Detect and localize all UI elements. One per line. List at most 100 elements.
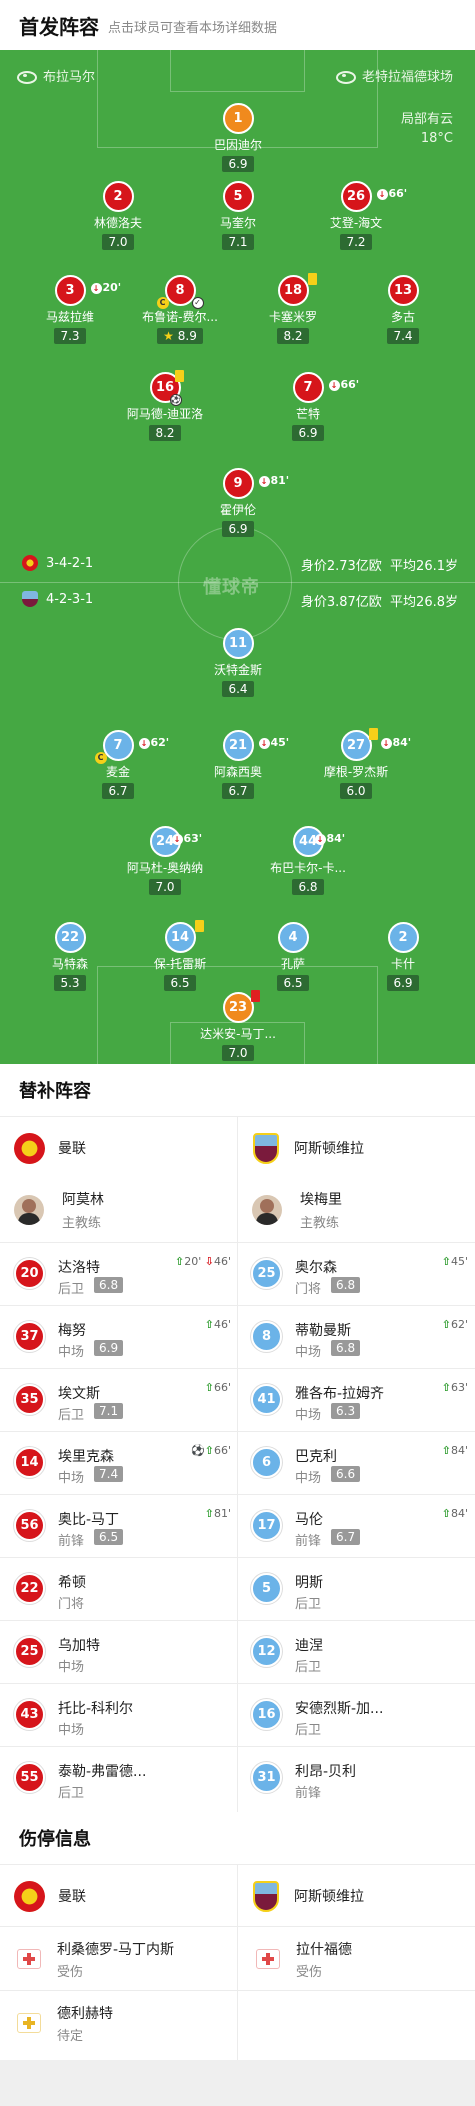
player-number: 5 <box>251 1573 282 1604</box>
player-number: 7 ↓ 66' <box>292 372 359 403</box>
player-away-4[interactable]: 4 孔萨 6.5 <box>238 922 348 991</box>
player-position: 中场 <box>295 1471 322 1486</box>
injury-home-team[interactable]: 曼联 <box>14 1865 86 1927</box>
sub-away[interactable]: 6 巴克利 中场 6.6 ⇧84' <box>251 1432 475 1495</box>
sub-home[interactable]: 43 托比-科利尔 中场 <box>14 1684 239 1747</box>
coach-role: 主教练 <box>300 1216 340 1231</box>
coach-avatar <box>14 1195 44 1225</box>
sub-out-marker: ↓ 81' <box>258 467 289 494</box>
team-name: 曼联 <box>58 1889 86 1905</box>
player-away-27[interactable]: 27 ↓ 84' 摩根-罗杰斯 6.0 <box>301 728 411 799</box>
player-away-11[interactable]: 11 沃特金斯 6.4 <box>183 628 293 697</box>
player-name: 摩根-罗杰斯 <box>323 765 389 779</box>
sub-row: 14 埃里克森 中场 7.4 ⚽⇧66' 6 巴克利 中场 6.6 ⇧84' <box>0 1431 475 1494</box>
player-home-3[interactable]: 3 ↓ 20' 马兹拉维 7.3 <box>15 275 125 344</box>
player-position: 中场 <box>295 1408 322 1423</box>
player-name: 达洛特 <box>58 1260 100 1276</box>
player-rating: 6.6 <box>331 1466 361 1482</box>
player-away-7[interactable]: 7 ↓ 62' C 麦金 6.7 <box>63 730 173 799</box>
player-name: 蒂勒曼斯 <box>295 1323 351 1339</box>
sub-out-icon: ↓ <box>314 834 326 845</box>
player-name: 奥尔森 <box>295 1260 337 1276</box>
sub-home[interactable]: 14 埃里克森 中场 7.4 ⚽⇧66' <box>14 1432 239 1495</box>
player-home-1[interactable]: 1 巴因迪尔 6.9 <box>183 103 293 172</box>
sub-home[interactable]: 25 乌加特 中场 <box>14 1621 239 1684</box>
man-utd-logo-icon <box>14 1132 45 1164</box>
player-name: 芒特 <box>295 407 320 421</box>
player-home-18[interactable]: 18 卡塞米罗 8.2 <box>238 273 348 344</box>
lineup-hint: 点击球员可查看本场详细数据 <box>108 21 278 36</box>
player-name: 马特森 <box>51 957 88 971</box>
player-name: 麦金 <box>105 765 130 779</box>
sub-home[interactable]: 35 埃文斯 后卫 7.1 ⇧66' <box>14 1369 239 1432</box>
injury-status: 受伤 <box>57 1964 84 1980</box>
injury-away-team[interactable]: 阿斯顿维拉 <box>253 1865 364 1927</box>
player-rating: 6.5 <box>164 975 196 991</box>
player-number: 9 ↓ 81' <box>222 468 289 499</box>
sub-away[interactable]: 41 雅各布-拉姆齐 中场 6.3 ⇧63' <box>251 1369 475 1432</box>
away-stadium: 老特拉福德球场 <box>335 66 453 85</box>
sub-away[interactable]: 17 马伦 前锋 6.7 ⇧84' <box>251 1495 475 1558</box>
sub-home[interactable]: 22 希顿 门将 <box>14 1558 239 1621</box>
sub-in-icon: ⇧ <box>441 1444 451 1457</box>
sub-home[interactable]: 56 奥比-马丁 前锋 6.5 ⇧81' <box>14 1495 239 1558</box>
away-coach[interactable]: 埃梅里 主教练 <box>252 1178 342 1242</box>
player-name: 达米安-马丁... <box>200 1027 276 1041</box>
player-away-14[interactable]: 14 保-托雷斯 6.5 <box>125 920 235 991</box>
home-coach[interactable]: 阿莫林 主教练 <box>14 1178 104 1242</box>
sub-out-icon: ↓ <box>138 738 150 749</box>
sub-away[interactable]: 31 利昂-贝利 前锋 <box>251 1747 475 1810</box>
player-home-26[interactable]: 26 ↓ 66' 艾登-海文 7.2 <box>301 181 411 250</box>
injury-home[interactable]: 利桑德罗-马丁内斯 受伤 <box>17 1927 174 1991</box>
subs-home-team[interactable]: 曼联 <box>14 1117 86 1179</box>
player-rating: 6.8 <box>331 1340 361 1356</box>
sub-out-icon: ↓ <box>376 189 388 200</box>
player-home-13[interactable]: 13 多古 7.4 <box>348 275 458 344</box>
player-name: 奥比-马丁 <box>58 1512 120 1528</box>
injury-away[interactable]: 拉什福德 受伤 <box>256 1927 352 1991</box>
injury-home[interactable]: 德利赫特 待定 <box>17 1991 113 2055</box>
player-away-21[interactable]: 21 ↓ 45' 阿森西奥 6.7 <box>183 730 293 799</box>
sub-away[interactable]: 25 奥尔森 门将 6.8 ⇧45' <box>251 1243 475 1306</box>
player-rating: 5.3 <box>54 975 86 991</box>
sub-away[interactable]: 5 明斯 后卫 <box>251 1558 475 1621</box>
yellow-card-icon <box>368 728 378 740</box>
player-away-2[interactable]: 2 卡什 6.9 <box>348 922 458 991</box>
player-home-7[interactable]: 7 ↓ 66' 芒特 6.9 <box>253 372 363 441</box>
sub-row: 37 梅努 中场 6.9 ⇧46' 8 蒂勒曼斯 中场 6.8 ⇧62' <box>0 1305 475 1368</box>
sub-home[interactable]: 20 达洛特 后卫 6.8 ⇧20' ⇩46' <box>14 1243 239 1306</box>
subs-away-team[interactable]: 阿斯顿维拉 <box>253 1117 364 1179</box>
player-number: 22 <box>14 1573 45 1604</box>
player-name: 埃里克森 <box>58 1449 114 1465</box>
sub-home[interactable]: 37 梅努 中场 6.9 ⇧46' <box>14 1306 239 1369</box>
injury-row: 德利赫特 待定 <box>0 1990 475 2060</box>
player-rating: 7.0 <box>149 879 181 895</box>
player-number: 7 ↓ 62' C <box>94 730 169 764</box>
player-rating: 6.9 <box>292 425 324 441</box>
player-number: 14 <box>164 920 204 953</box>
sub-away[interactable]: 8 蒂勒曼斯 中场 6.8 ⇧62' <box>251 1306 475 1369</box>
sub-away[interactable]: 16 安德烈斯-加... 后卫 <box>251 1684 475 1747</box>
player-home-2[interactable]: 2 林德洛夫 7.0 <box>63 181 173 250</box>
player-away-22[interactable]: 22 马特森 5.3 <box>15 922 125 991</box>
sub-events: ⇧84' <box>441 1507 468 1520</box>
player-position: 门将 <box>295 1282 322 1297</box>
player-number: 22 <box>54 922 86 953</box>
sub-home[interactable]: 55 泰勒-弗雷德... 后卫 <box>14 1747 239 1810</box>
player-rating: 6.5 <box>94 1529 124 1545</box>
sub-out-marker: ↓ 66' <box>328 371 359 398</box>
player-away-44[interactable]: 44 ↓ 84' 布巴卡尔-卡... 6.8 <box>253 826 363 895</box>
player-home-8[interactable]: 8 C ✓ 布鲁诺-费尔... ★ 8.9 <box>125 275 235 344</box>
player-home-5[interactable]: 5 马奎尔 7.1 <box>183 181 293 250</box>
away-stats: 身价3.87亿欧 平均26.8岁 <box>300 595 458 610</box>
player-rating: 7.3 <box>54 328 86 344</box>
player-home-16[interactable]: 16 ⚽ 阿马德-迪亚洛 8.2 <box>110 370 220 441</box>
sub-events: ⇧20' ⇩46' <box>175 1255 231 1268</box>
player-home-9[interactable]: 9 ↓ 81' 霍伊伦 6.9 <box>183 468 293 537</box>
player-away-23[interactable]: 23 达米安-马丁... 7.0 <box>183 990 293 1061</box>
player-number: 2 <box>387 922 419 953</box>
player-number: 27 ↓ 84' <box>340 728 411 761</box>
player-away-24[interactable]: 24 ↓ 63' 阿马杜-奥纳纳 7.0 <box>110 826 220 895</box>
sub-away[interactable]: 12 迪涅 后卫 <box>251 1621 475 1684</box>
player-name: 阿马杜-奥纳纳 <box>126 861 204 875</box>
